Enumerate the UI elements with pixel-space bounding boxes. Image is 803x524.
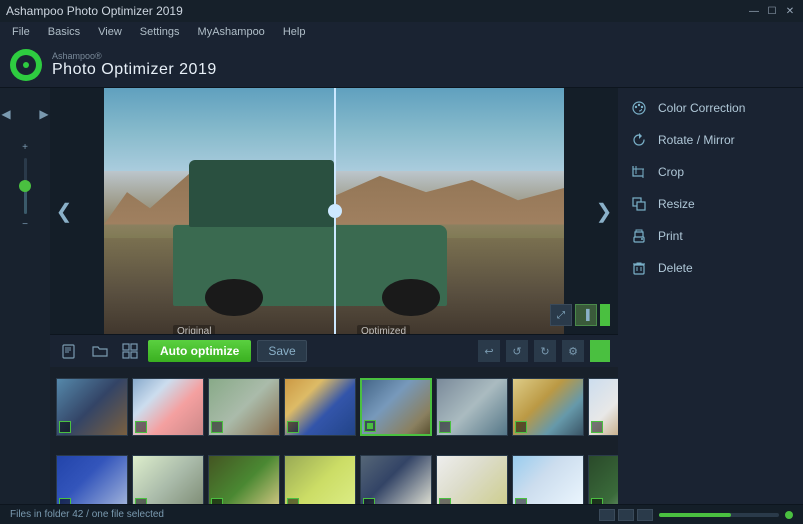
zoom-plus-icon: + bbox=[22, 142, 28, 153]
thumbnail-item[interactable] bbox=[588, 378, 618, 436]
thumb-checkbox[interactable] bbox=[591, 421, 603, 433]
app-logo bbox=[10, 49, 42, 81]
window-controls: — ☐ ✕ bbox=[747, 4, 797, 18]
settings-button[interactable]: ⚙ bbox=[562, 340, 584, 362]
main-layout: ◀ ▶ + − ❮ bbox=[0, 88, 803, 524]
menu-help[interactable]: Help bbox=[275, 24, 314, 40]
photo-container: Original Optimized bbox=[50, 88, 618, 334]
status-right bbox=[599, 509, 793, 521]
filmstrip-row1 bbox=[50, 367, 618, 448]
thumbnail-item[interactable] bbox=[132, 378, 204, 436]
status-icon2 bbox=[618, 509, 634, 521]
thumbnail-item[interactable] bbox=[208, 378, 280, 436]
right-menu-rotate-mirror[interactable]: Rotate / Mirror bbox=[618, 124, 803, 156]
compare-divider[interactable] bbox=[334, 88, 336, 334]
center-content: ❮ bbox=[50, 88, 618, 524]
auto-optimize-button[interactable]: Auto optimize bbox=[148, 340, 251, 362]
status-icons bbox=[599, 509, 653, 521]
thumbnail-item[interactable] bbox=[360, 378, 432, 436]
right-menu-crop[interactable]: Crop bbox=[618, 156, 803, 188]
right-menu-label-rotate-mirror: Rotate / Mirror bbox=[658, 133, 735, 147]
filmstrip-grid-icon[interactable] bbox=[118, 339, 142, 363]
right-menu-label-color-correction: Color Correction bbox=[658, 101, 745, 115]
crop-icon bbox=[630, 163, 648, 181]
menu-file[interactable]: File bbox=[4, 24, 38, 40]
next-photo-button[interactable]: ❯ bbox=[592, 191, 616, 231]
status-green-dot bbox=[785, 511, 793, 519]
thumb-checkbox[interactable] bbox=[364, 420, 376, 432]
photo-display: Original Optimized bbox=[104, 88, 564, 334]
trash-icon bbox=[630, 259, 648, 277]
filmstrip-area: Auto optimize Save ↩ ↺ ↻ ⚙ bbox=[50, 334, 618, 524]
redo-button[interactable]: ↻ bbox=[534, 340, 556, 362]
menu-settings[interactable]: Settings bbox=[132, 24, 188, 40]
zoom-control: + − bbox=[5, 142, 45, 230]
thumb-checkbox[interactable] bbox=[135, 421, 147, 433]
title-bar: Ashampoo Photo Optimizer 2019 — ☐ ✕ bbox=[0, 0, 803, 22]
nav-left-button[interactable]: ◀ bbox=[0, 100, 24, 128]
right-menu-label-crop: Crop bbox=[658, 165, 684, 179]
prev-photo-button[interactable]: ❮ bbox=[52, 191, 76, 231]
view-mode-button[interactable] bbox=[600, 304, 610, 326]
filmstrip-green-indicator bbox=[590, 340, 610, 362]
right-menu-label-resize: Resize bbox=[658, 197, 695, 211]
menu-view[interactable]: View bbox=[90, 24, 130, 40]
save-button[interactable]: Save bbox=[257, 340, 306, 362]
status-progress-fill bbox=[659, 513, 731, 517]
zoom-slider[interactable] bbox=[7, 156, 43, 216]
app-title-block: Ashampoo® Photo Optimizer 2019 bbox=[52, 51, 217, 79]
thumb-checkbox[interactable] bbox=[211, 421, 223, 433]
status-progress-bar bbox=[659, 513, 779, 517]
thumbnail-item[interactable] bbox=[284, 378, 356, 436]
status-bar: Files in folder 42 / one file selected bbox=[0, 504, 803, 524]
palette-icon bbox=[630, 99, 648, 117]
original-label: Original bbox=[173, 325, 215, 334]
filmstrip-add-icon[interactable] bbox=[58, 339, 82, 363]
thumb-checkbox[interactable] bbox=[439, 421, 451, 433]
thumbnail-item[interactable] bbox=[436, 378, 508, 436]
left-sidebar: ◀ ▶ + − bbox=[0, 88, 50, 524]
status-icon3 bbox=[637, 509, 653, 521]
filmstrip-folder-icon[interactable] bbox=[88, 339, 112, 363]
app-header: Ashampoo® Photo Optimizer 2019 bbox=[0, 42, 803, 88]
zoom-minus-icon: − bbox=[22, 219, 28, 230]
divider-handle[interactable] bbox=[328, 204, 342, 218]
menu-myashampoo[interactable]: MyAshampoo bbox=[190, 24, 273, 40]
optimized-label: Optimized bbox=[357, 325, 410, 334]
viewer-toolbar: ⤢ ▐ bbox=[550, 304, 610, 326]
undo2-button[interactable]: ↺ bbox=[506, 340, 528, 362]
undo-button[interactable]: ↩ bbox=[478, 340, 500, 362]
rotate-icon bbox=[630, 131, 648, 149]
right-menu-label-print: Print bbox=[658, 229, 683, 243]
maximize-button[interactable]: ☐ bbox=[765, 4, 779, 18]
right-menu-delete[interactable]: Delete bbox=[618, 252, 803, 284]
right-sidebar: Color Correction Rotate / Mirror Crop Re… bbox=[618, 88, 803, 524]
right-menu-color-correction[interactable]: Color Correction bbox=[618, 92, 803, 124]
thumbnail-item[interactable] bbox=[56, 378, 128, 436]
fullscreen-button[interactable]: ⤢ bbox=[550, 304, 572, 326]
split-view-button[interactable]: ▐ bbox=[575, 304, 597, 326]
thumb-checkbox[interactable] bbox=[59, 421, 71, 433]
thumbnail-item[interactable] bbox=[512, 378, 584, 436]
app-title: Photo Optimizer 2019 bbox=[52, 61, 217, 79]
right-menu-resize[interactable]: Resize bbox=[618, 188, 803, 220]
status-icon1 bbox=[599, 509, 615, 521]
zoom-knob[interactable] bbox=[19, 180, 31, 192]
photo-viewer: ❮ bbox=[50, 88, 618, 334]
menu-basics[interactable]: Basics bbox=[40, 24, 88, 40]
right-menu-label-delete: Delete bbox=[658, 261, 693, 275]
thumb-checkbox[interactable] bbox=[287, 421, 299, 433]
right-menu-print[interactable]: Print bbox=[618, 220, 803, 252]
menu-bar: File Basics View Settings MyAshampoo Hel… bbox=[0, 22, 803, 42]
title-bar-text: Ashampoo Photo Optimizer 2019 bbox=[6, 4, 183, 18]
thumb-checkbox[interactable] bbox=[515, 421, 527, 433]
filmstrip-toolbar: Auto optimize Save ↩ ↺ ↻ ⚙ bbox=[50, 335, 618, 367]
resize-icon bbox=[630, 195, 648, 213]
app-brand: Ashampoo® bbox=[52, 51, 217, 61]
print-icon bbox=[630, 227, 648, 245]
status-text: Files in folder 42 / one file selected bbox=[10, 509, 164, 520]
close-button[interactable]: ✕ bbox=[783, 4, 797, 18]
minimize-button[interactable]: — bbox=[747, 4, 761, 18]
